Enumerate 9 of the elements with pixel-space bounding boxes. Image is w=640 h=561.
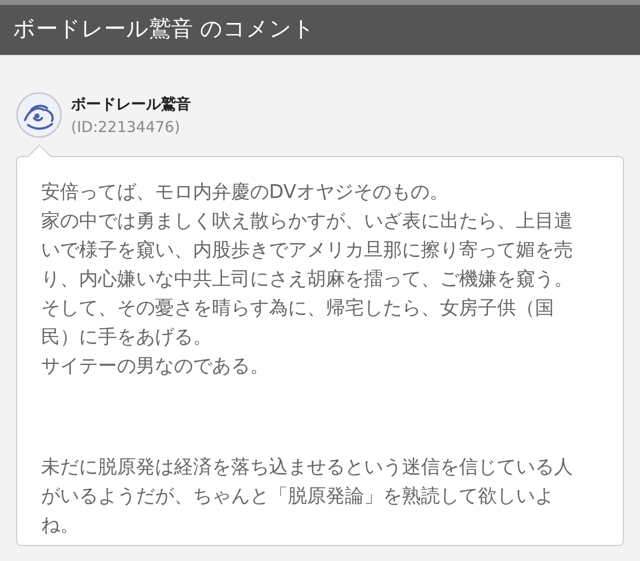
comment-text: 家の中では勇ましく吠え散らかすが、いざ表に出たら、上目遣いで様子を窺い、内股歩きでアメリカ旦那に擦り寄って媚を売り、内心嫌いな中共上司にさえ胡麻を擂って、ご機嫌を窺う。 [41, 209, 574, 292]
avatar-icon [16, 92, 62, 138]
comment-text: サイテーの男なのである。 [41, 354, 270, 379]
page-title: ボードレール鷲音 のコメント [12, 16, 316, 44]
comment-text: 未だに脱原発は経済を落ち込ませるという迷信を信じている人がいるようだが、ちゃんと「脱原発論」を熟読して欲しいよね。 [41, 455, 574, 538]
comment-text: そして、その憂さを晴らす為に、帰宅したら、女房子供（国民）に手をあげる。 [41, 296, 555, 350]
user-id: (ID:22134476) [71, 117, 180, 138]
author-name: ボードレール鷲音 [71, 94, 191, 115]
comment-text: 安倍ってば、モロ内弁慶のDVオヤジそのもの。 [41, 180, 450, 205]
